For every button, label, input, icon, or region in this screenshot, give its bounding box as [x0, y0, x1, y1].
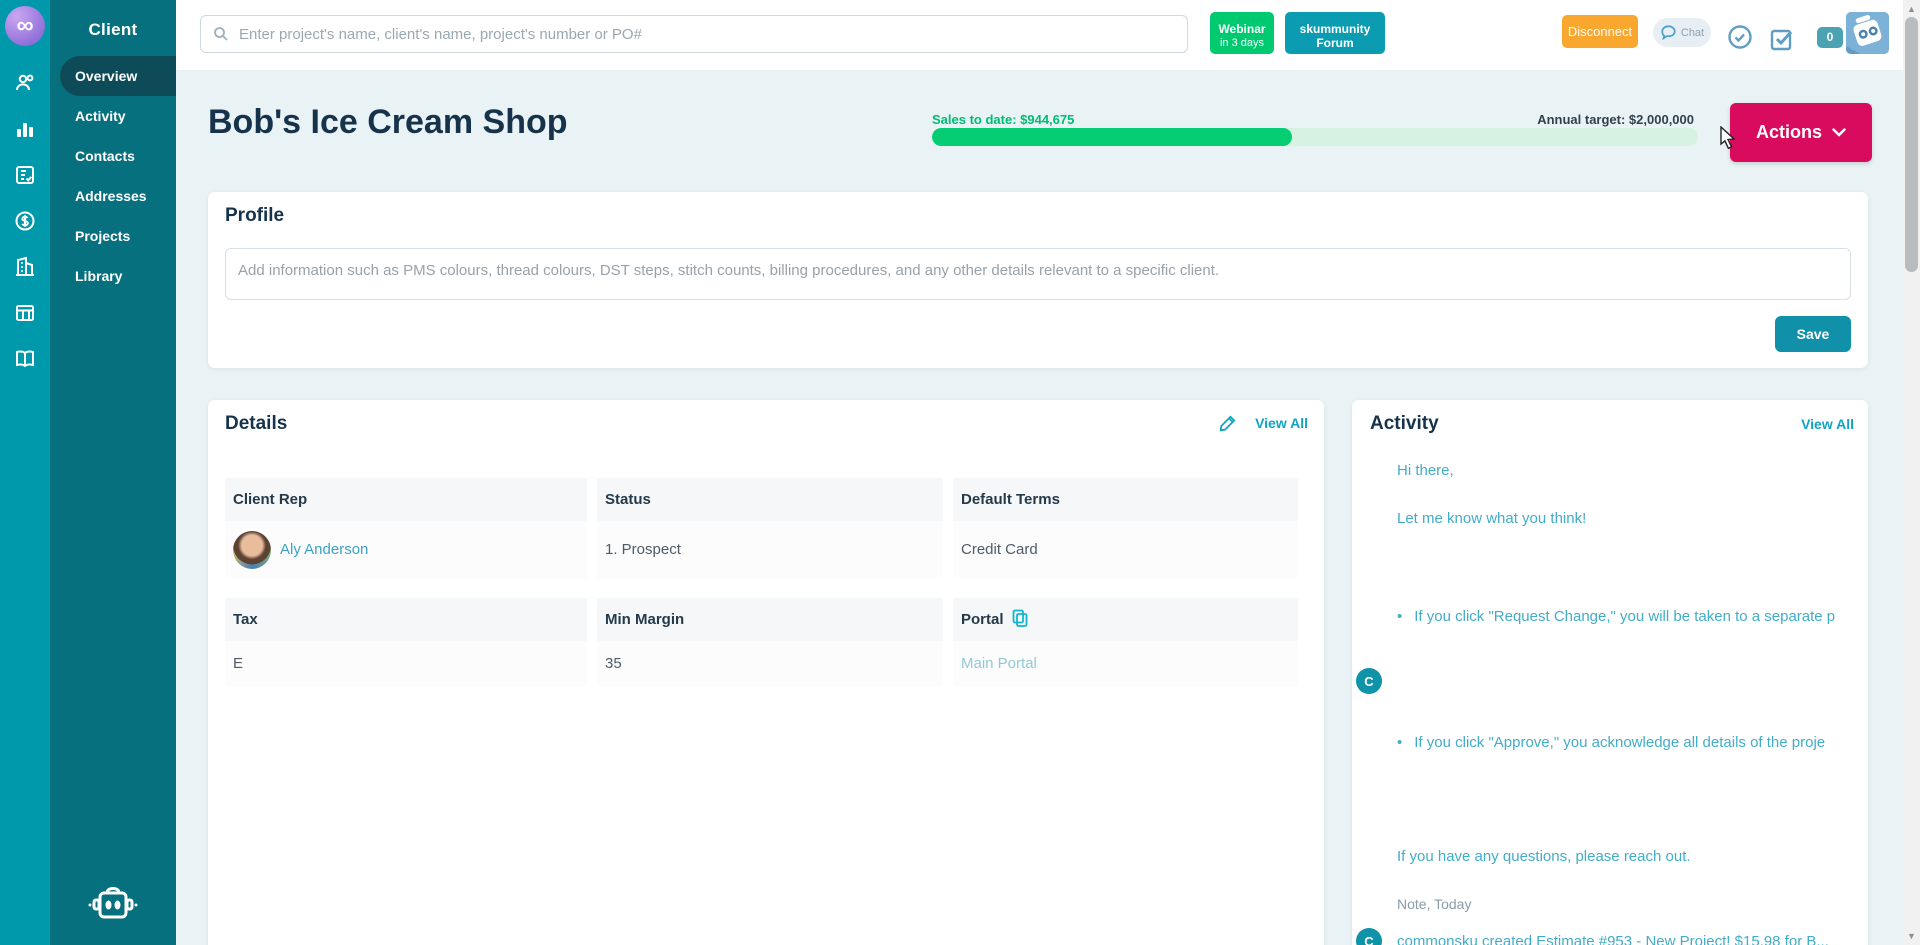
chat-button[interactable]: Chat	[1653, 18, 1711, 47]
sales-progress-bar	[932, 128, 1698, 146]
activity-avatar: C	[1356, 928, 1382, 945]
icon-rail: ∞	[0, 0, 50, 945]
default-terms-label: Default Terms	[953, 478, 1298, 521]
sidebar-item-contacts[interactable]: Contacts	[50, 136, 176, 176]
scroll-up-arrow[interactable]: ▲	[1903, 4, 1920, 14]
skummunity-forum-button[interactable]: skummunity Forum	[1285, 12, 1385, 54]
min-margin-value: 35	[597, 641, 943, 686]
details-card: Details View All Client Rep Status Defau…	[208, 400, 1324, 945]
sidebar-item-overview[interactable]: Overview	[60, 56, 176, 96]
finance-icon[interactable]	[0, 198, 50, 244]
global-search[interactable]	[200, 15, 1188, 53]
activity-title: Activity	[1370, 413, 1439, 434]
actions-button[interactable]: Actions	[1730, 103, 1872, 162]
activity-bullet-approve: If you click "Approve," you acknowledge …	[1397, 734, 1868, 751]
search-icon	[214, 27, 228, 41]
sales-to-date-label: Sales to date: $944,675	[932, 112, 1075, 127]
client-rep-link[interactable]: Aly Anderson	[280, 541, 368, 558]
library-icon[interactable]	[0, 336, 50, 382]
chevron-down-icon	[1832, 128, 1846, 137]
activity-estimate-event-link[interactable]: commonsku created Estimate #953 - New Pr…	[1397, 933, 1868, 945]
suppliers-icon[interactable]	[0, 244, 50, 290]
orders-icon[interactable]	[0, 152, 50, 198]
webinar-button[interactable]: Webinar in 3 days	[1210, 12, 1274, 54]
boards-icon[interactable]	[0, 290, 50, 336]
details-view-all-link[interactable]: View All	[1255, 415, 1308, 431]
robot-assistant-icon[interactable]	[50, 883, 176, 927]
reminders-icon[interactable]	[1727, 24, 1753, 55]
profile-title: Profile	[225, 205, 285, 226]
client-sidebar: Client Overview Activity Contacts Addres…	[50, 0, 176, 945]
commonsku-logo[interactable]: ∞	[5, 6, 45, 46]
client-name-title: Bob's Ice Cream Shop	[208, 103, 568, 141]
notification-count-badge[interactable]: 0	[1817, 27, 1843, 48]
scroll-down-arrow[interactable]: ▼	[1903, 931, 1920, 941]
disconnect-button[interactable]: Disconnect	[1562, 15, 1638, 48]
client-rep-avatar	[233, 530, 271, 569]
min-margin-label: Min Margin	[597, 598, 943, 641]
main-portal-link[interactable]: Main Portal	[961, 655, 1037, 672]
profile-card: Profile Save	[208, 192, 1868, 368]
top-bar: Webinar in 3 days skummunity Forum Disco…	[176, 0, 1903, 70]
details-title: Details	[225, 413, 288, 434]
activity-avatar: C	[1356, 668, 1382, 694]
activity-view-all-link[interactable]: View All	[1801, 416, 1854, 432]
activity-card: Activity View All Hi there, Let me know …	[1352, 400, 1868, 945]
client-rep-label: Client Rep	[225, 478, 587, 521]
annual-target-label: Annual target: $2,000,000	[1537, 112, 1694, 127]
activity-message: If you have any questions, please reach …	[1397, 848, 1691, 865]
reports-icon[interactable]	[0, 106, 50, 152]
sidebar-item-activity[interactable]: Activity	[50, 96, 176, 136]
search-input[interactable]	[239, 25, 1175, 43]
activity-message: Let me know what you think!	[1397, 510, 1587, 527]
copy-portal-link-icon[interactable]	[1012, 609, 1028, 631]
status-label: Status	[597, 478, 943, 521]
default-terms-value: Credit Card	[953, 521, 1298, 578]
profile-note-input[interactable]	[225, 248, 1851, 300]
sidebar-title: Client	[88, 20, 138, 39]
activity-note-meta: Note, Today	[1397, 896, 1472, 912]
tax-value: E	[225, 641, 587, 686]
activity-bullet-request-change: If you click "Request Change," you will …	[1397, 608, 1868, 625]
tax-label: Tax	[225, 598, 587, 641]
chat-bubble-icon	[1661, 25, 1676, 40]
user-avatar[interactable]	[1846, 12, 1889, 54]
sidebar-item-library[interactable]: Library	[50, 256, 176, 296]
tasks-icon[interactable]	[1769, 26, 1795, 57]
main-content: Bob's Ice Cream Shop Sales to date: $944…	[176, 70, 1903, 945]
portal-label: Portal	[961, 611, 1004, 628]
edit-pencil-icon[interactable]	[1219, 414, 1237, 432]
status-value: 1. Prospect	[597, 521, 943, 578]
activity-message: Hi there,	[1397, 462, 1454, 479]
chat-label: Chat	[1680, 26, 1705, 39]
sales-progress-fill	[932, 128, 1293, 146]
page-scrollbar[interactable]: ▲ ▼	[1903, 0, 1920, 945]
sidebar-item-projects[interactable]: Projects	[50, 216, 176, 256]
client-overview-screen: ∞ Client Overview Activity Contacts Addr…	[0, 0, 1920, 945]
save-button[interactable]: Save	[1775, 316, 1851, 352]
clients-icon[interactable]	[0, 60, 50, 106]
scrollbar-thumb[interactable]	[1905, 17, 1918, 272]
sidebar-item-addresses[interactable]: Addresses	[50, 176, 176, 216]
